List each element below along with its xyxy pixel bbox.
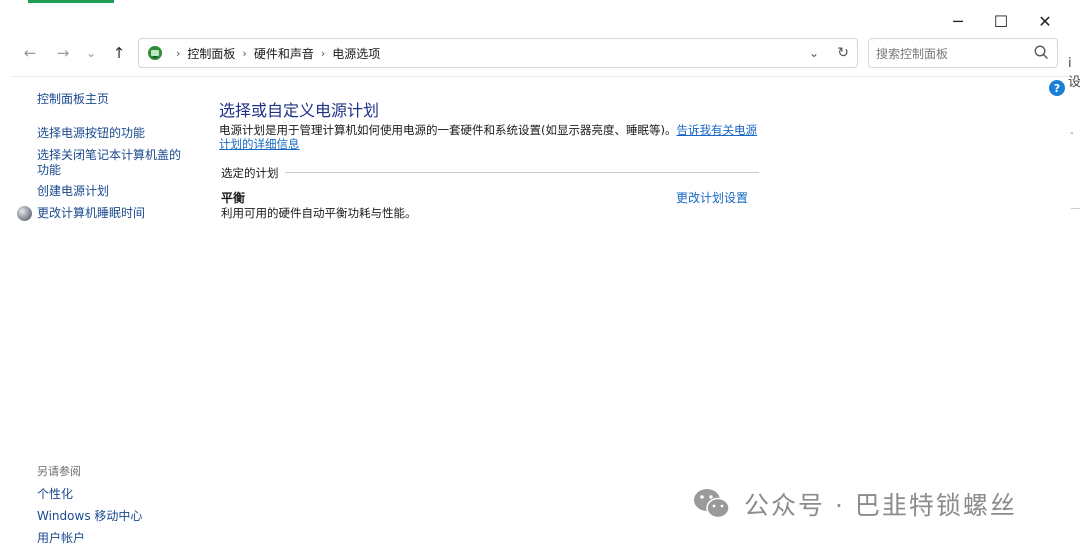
breadcrumb: › 控制面板 › 硬件和声音 › 电源选项 xyxy=(147,39,380,67)
background-window-line xyxy=(1071,208,1080,209)
window-accent-strip xyxy=(28,0,114,3)
control-panel-icon xyxy=(148,46,162,60)
see-also-user-accounts[interactable]: 用户帐户 xyxy=(37,529,85,546)
minimize-button[interactable]: ─ xyxy=(938,8,978,34)
page-description: 电源计划是用于管理计算机如何使用电源的一套硬件和系统设置(如显示器亮度、睡眠等)… xyxy=(219,123,764,151)
search-box[interactable] xyxy=(868,38,1058,68)
breadcrumb-control-panel[interactable]: 控制面板 xyxy=(187,45,235,62)
search-input[interactable] xyxy=(874,43,1028,65)
see-also-mobility-center[interactable]: Windows 移动中心 xyxy=(37,507,142,524)
plan-description: 利用可用的硬件自动平衡功耗与性能。 xyxy=(221,206,417,220)
breadcrumb-hardware-sound[interactable]: 硬件和声音 xyxy=(254,45,314,62)
wechat-icon xyxy=(694,489,730,519)
change-plan-settings-link[interactable]: 更改计划设置 xyxy=(676,189,748,206)
moon-icon xyxy=(17,206,32,221)
sidebar-item-sleep-time[interactable]: 更改计算机睡眠时间 xyxy=(37,206,145,221)
group-divider xyxy=(285,172,759,173)
search-icon[interactable] xyxy=(1034,45,1049,60)
see-also-heading: 另请参阅 xyxy=(37,465,81,478)
selected-plan-heading: 选定的计划 xyxy=(221,166,279,180)
up-button[interactable]: ↑ xyxy=(106,40,132,66)
sidebar-item-create-plan[interactable]: 创建电源计划 xyxy=(37,184,109,199)
watermark-text: 公众号 · 巴韭特锁螺丝 xyxy=(744,491,1017,520)
title-bar: ─ ☐ ✕ xyxy=(10,4,1070,34)
breadcrumb-separator: › xyxy=(320,46,326,60)
maximize-button[interactable]: ☐ xyxy=(981,8,1021,34)
breadcrumb-separator: › xyxy=(176,46,181,60)
background-window-text: i设 xyxy=(1068,56,1080,90)
sidebar-item-power-buttons[interactable]: 选择电源按钮的功能 xyxy=(37,126,145,141)
refresh-button[interactable]: ↻ xyxy=(837,39,849,67)
navigation-bar: ← → ⌄ ↑ › 控制面板 › 硬件和声音 › 电源选项 ⌄ ↻ xyxy=(10,36,1070,70)
content-divider xyxy=(10,76,1070,77)
address-dropdown-button[interactable]: ⌄ xyxy=(809,39,819,67)
background-window-mark: - xyxy=(1070,128,1074,139)
address-bar[interactable]: › 控制面板 › 硬件和声音 › 电源选项 ⌄ ↻ xyxy=(138,38,858,68)
close-button[interactable]: ✕ xyxy=(1025,8,1065,34)
back-button[interactable]: ← xyxy=(17,40,43,66)
sidebar-item-lid-close[interactable]: 选择关闭笔记本计算机盖的功能 xyxy=(37,148,189,178)
watermark: 公众号 · 巴韭特锁螺丝 xyxy=(692,486,1017,522)
breadcrumb-power-options[interactable]: 电源选项 xyxy=(332,45,380,62)
help-icon[interactable]: ? xyxy=(1049,80,1065,96)
recent-locations-button[interactable]: ⌄ xyxy=(78,40,104,66)
page-title: 选择或自定义电源计划 xyxy=(219,101,380,120)
forward-button[interactable]: → xyxy=(50,40,76,66)
sidebar-item-home[interactable]: 控制面板主页 xyxy=(37,92,109,107)
see-also-personalization[interactable]: 个性化 xyxy=(37,485,73,502)
plan-name: 平衡 xyxy=(221,191,246,205)
breadcrumb-separator: › xyxy=(242,46,247,60)
description-text: 电源计划是用于管理计算机如何使用电源的一套硬件和系统设置(如显示器亮度、睡眠等)… xyxy=(219,123,677,137)
